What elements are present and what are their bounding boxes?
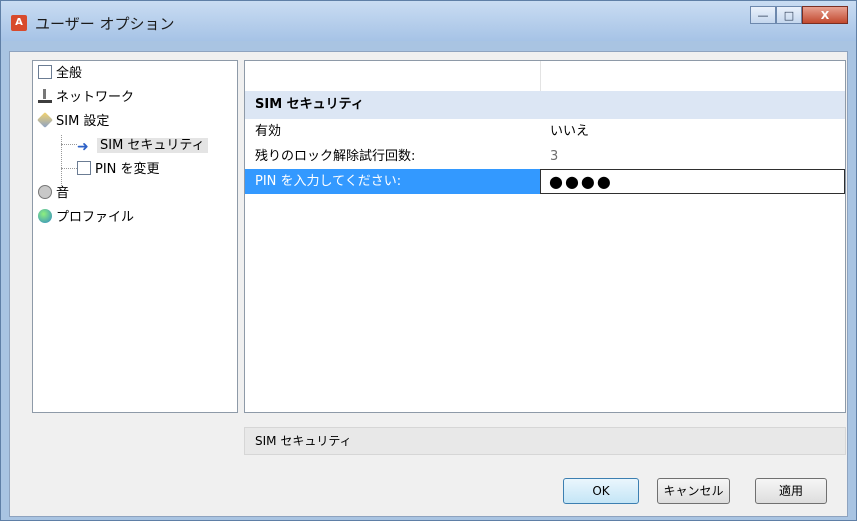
- arrow-right-icon: ➜: [77, 139, 89, 155]
- sim-icon: [37, 112, 53, 128]
- pin-page-icon: [77, 161, 91, 175]
- window-title: ユーザー オプション: [35, 15, 175, 33]
- network-icon: [38, 89, 52, 103]
- sound-icon: [38, 185, 52, 199]
- tree-item-general[interactable]: 全般: [38, 64, 82, 84]
- settings-grid[interactable]: SIM セキュリティ 有効 いいえ 残りのロック解除試行回数: 3 PIN を入…: [244, 60, 846, 413]
- grid-header: [245, 61, 845, 92]
- minimize-button[interactable]: —: [750, 6, 776, 24]
- tree-item-sim-security[interactable]: ➜ SIM セキュリティ: [77, 136, 208, 156]
- pin-input[interactable]: ●●●●: [540, 169, 845, 194]
- tree-item-change-pin[interactable]: PIN を変更: [77, 160, 160, 180]
- column-divider: [540, 61, 541, 91]
- ok-button[interactable]: OK: [563, 478, 639, 504]
- tree-connector-horizontal: [61, 144, 77, 145]
- title-bar[interactable]: A ユーザー オプション — □ X: [1, 1, 856, 41]
- property-label: 残りのロック解除試行回数:: [255, 149, 416, 164]
- grid-row-unlock-attempts[interactable]: 残りのロック解除試行回数: 3: [245, 144, 845, 169]
- section-header: SIM セキュリティ: [245, 91, 845, 119]
- property-value: 3: [550, 149, 559, 164]
- dialog-content: 全般 ネットワーク SIM 設定 ➜ SIM セキュリティ PIN を変更 音 プ…: [9, 51, 848, 517]
- cancel-button[interactable]: キャンセル: [657, 478, 730, 504]
- tree-item-profile[interactable]: プロファイル: [38, 208, 134, 228]
- tree-item-network[interactable]: ネットワーク: [38, 88, 134, 108]
- grid-row-enabled[interactable]: 有効 いいえ: [245, 119, 845, 144]
- tree-connector-horizontal: [61, 168, 77, 169]
- property-value: いいえ: [550, 124, 590, 139]
- tree-item-sound[interactable]: 音: [38, 184, 69, 204]
- general-page-icon: [38, 65, 52, 79]
- property-label: 有効: [255, 124, 282, 139]
- options-tree[interactable]: 全般 ネットワーク SIM 設定 ➜ SIM セキュリティ PIN を変更 音 プ…: [32, 60, 238, 413]
- window-controls: — □ X: [750, 6, 848, 26]
- property-label: PIN を入力してください:: [255, 174, 402, 189]
- app-icon: A: [11, 15, 27, 31]
- grid-row-enter-pin[interactable]: PIN を入力してください: ●●●●: [245, 169, 845, 194]
- apply-button[interactable]: 適用: [755, 478, 827, 504]
- description-panel: SIM セキュリティ: [244, 427, 846, 455]
- close-button[interactable]: X: [802, 6, 848, 24]
- maximize-button[interactable]: □: [776, 6, 802, 24]
- profile-icon: [38, 209, 52, 223]
- tree-item-sim-settings[interactable]: SIM 設定: [37, 112, 109, 132]
- user-options-window: A ユーザー オプション — □ X 全般 ネットワーク SIM 設定 ➜ SIM…: [0, 0, 857, 521]
